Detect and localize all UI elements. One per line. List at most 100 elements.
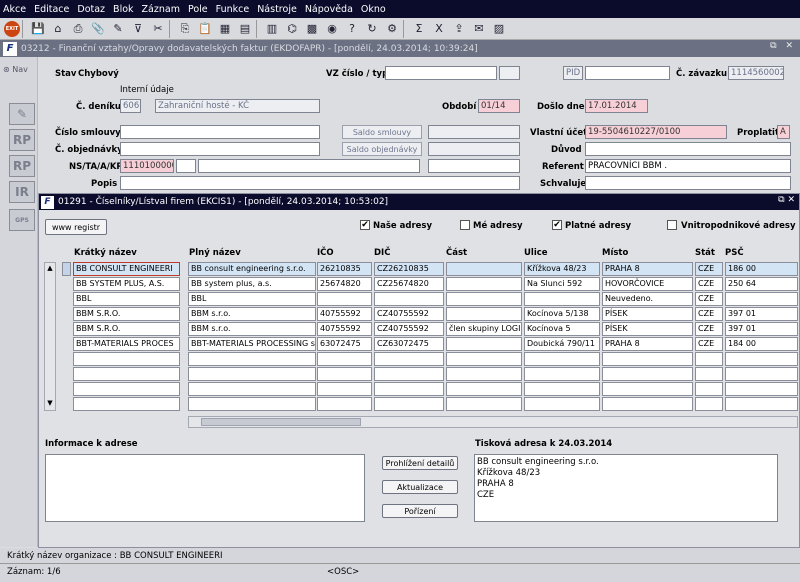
globe-icon[interactable]: ◉ <box>323 20 341 38</box>
cell-cast[interactable] <box>446 382 522 396</box>
info-adresa-textarea[interactable] <box>45 454 365 522</box>
cell-kratky-nazev[interactable]: BBT-MATERIALS PROCES <box>73 337 180 351</box>
table-icon[interactable]: ▥ <box>263 20 281 38</box>
cell-misto[interactable]: HOVORČOVICE <box>602 277 693 291</box>
menu-item-3[interactable]: Blok <box>113 4 133 15</box>
cell-cast[interactable] <box>446 367 522 381</box>
smlouvy-field[interactable] <box>120 125 320 139</box>
scroll-up-icon[interactable]: ▲ <box>46 264 54 274</box>
cell-ico[interactable]: 63072475 <box>317 337 372 351</box>
pencil-icon[interactable]: ✎ <box>109 20 127 38</box>
cell-ulice[interactable] <box>524 292 600 306</box>
calculator-icon[interactable]: ▤ <box>236 20 254 38</box>
row-selector[interactable] <box>62 262 71 276</box>
cell-ulice[interactable] <box>524 382 600 396</box>
cell-ico[interactable]: 40755592 <box>317 307 372 321</box>
menu-item-1[interactable]: Editace <box>34 4 69 15</box>
cell-kratky-nazev[interactable] <box>73 367 180 381</box>
cell-plny-nazev[interactable]: BBM s.r.o. <box>188 307 316 321</box>
cell-psc[interactable] <box>725 292 798 306</box>
vnitropodnikove-adresy-checkbox[interactable] <box>667 220 677 230</box>
cell-misto[interactable]: PÍSEK <box>602 307 693 321</box>
menu-item-6[interactable]: Funkce <box>216 4 250 15</box>
cell-kratky-nazev[interactable] <box>73 397 180 411</box>
cell-ulice[interactable] <box>524 367 600 381</box>
cell-psc[interactable] <box>725 367 798 381</box>
tree-icon[interactable]: ⌬ <box>283 20 301 38</box>
cell-dic[interactable] <box>374 367 444 381</box>
pid-field[interactable] <box>585 66 670 80</box>
block-icon[interactable]: ▩ <box>303 20 321 38</box>
cell-dic[interactable]: CZ26210835 <box>374 262 444 276</box>
saldo-objednavky-button[interactable]: Saldo objednávky <box>342 142 422 156</box>
vlastni-ucet-field[interactable]: 19-5504610227/0100 <box>585 125 727 139</box>
cell-psc[interactable] <box>725 382 798 396</box>
cell-cast[interactable] <box>446 337 522 351</box>
objednavky-field[interactable] <box>120 142 320 156</box>
cell-kratky-nazev[interactable]: BBM S.R.O. <box>73 307 180 321</box>
print-icon[interactable]: ⎙ <box>69 20 87 38</box>
cell-psc[interactable]: 184 00 <box>725 337 798 351</box>
cell-ico[interactable] <box>317 352 372 366</box>
cell-stat[interactable] <box>695 352 723 366</box>
cell-misto[interactable]: PÍSEK <box>602 322 693 336</box>
menu-item-8[interactable]: Nápověda <box>305 4 353 15</box>
proplatit-field[interactable]: A <box>777 125 790 139</box>
menu-item-5[interactable]: Pole <box>188 4 208 15</box>
filter-icon[interactable]: ⊽ <box>129 20 147 38</box>
cell-psc[interactable]: 397 01 <box>725 307 798 321</box>
cell-plny-nazev[interactable] <box>188 397 316 411</box>
cell-dic[interactable] <box>374 397 444 411</box>
eraser-icon[interactable]: ✎ <box>9 103 35 125</box>
window-controls[interactable]: ⧉ ✕ <box>770 41 796 51</box>
cell-psc[interactable] <box>725 352 798 366</box>
porizeni-button[interactable]: Pořízení <box>382 504 458 518</box>
vz-cislo-field[interactable] <box>385 66 497 80</box>
tiskova-adresa-textarea[interactable]: BB consult engineering s.r.o. Křížkova 48… <box>474 454 778 522</box>
paste-icon[interactable]: 📋 <box>196 20 214 38</box>
export-icon[interactable]: ⇪ <box>450 20 468 38</box>
cell-ulice[interactable]: Doubická 790/11 <box>524 337 600 351</box>
attach-icon[interactable]: 📎 <box>89 20 107 38</box>
cell-ico[interactable] <box>317 367 372 381</box>
chart-icon[interactable]: ▨ <box>490 20 508 38</box>
cell-psc[interactable]: 186 00 <box>725 262 798 276</box>
cell-cast[interactable] <box>446 307 522 321</box>
nav-button[interactable]: ⊛ Nav <box>3 65 28 74</box>
sub-window-controls[interactable]: ⧉ ✕ <box>778 195 795 205</box>
cell-plny-nazev[interactable]: BBM s.r.o. <box>188 322 316 336</box>
cell-stat[interactable] <box>695 382 723 396</box>
cell-misto[interactable]: Neuvedeno. <box>602 292 693 306</box>
cell-misto[interactable] <box>602 397 693 411</box>
menu-item-2[interactable]: Dotaz <box>77 4 105 15</box>
cell-cast[interactable] <box>446 292 522 306</box>
vz-typ-field[interactable] <box>499 66 520 80</box>
cell-cast[interactable] <box>446 277 522 291</box>
excel-icon[interactable]: X <box>430 20 448 38</box>
duvod-field[interactable] <box>585 142 791 156</box>
rp-icon-2[interactable]: RP <box>9 155 35 177</box>
cell-psc[interactable]: 250 64 <box>725 277 798 291</box>
cell-dic[interactable] <box>374 352 444 366</box>
help-icon[interactable]: ? <box>343 20 361 38</box>
scissors-icon[interactable]: ✂ <box>149 20 167 38</box>
cell-kratky-nazev[interactable]: BBM S.R.O. <box>73 322 180 336</box>
cell-misto[interactable] <box>602 367 693 381</box>
cell-misto[interactable]: PRAHA 8 <box>602 337 693 351</box>
platne-adresy-checkbox[interactable]: ✔ <box>552 220 562 230</box>
prohlizeni-detailu-button[interactable]: Prohlížení detailů <box>382 456 458 470</box>
cell-cast[interactable] <box>446 397 522 411</box>
menu-item-7[interactable]: Nástroje <box>257 4 297 15</box>
ns-field[interactable]: 1110100000 <box>120 159 174 173</box>
menu-item-0[interactable]: Akce <box>3 4 26 15</box>
cell-kratky-nazev[interactable]: BBL <box>73 292 180 306</box>
cell-ico[interactable] <box>317 397 372 411</box>
popis-field[interactable] <box>120 176 520 190</box>
cell-cast[interactable] <box>446 262 522 276</box>
cell-cast[interactable] <box>446 352 522 366</box>
doslo-field[interactable]: 17.01.2014 <box>585 99 648 113</box>
cell-dic[interactable] <box>374 292 444 306</box>
cell-plny-nazev[interactable]: BB consult engineering s.r.o. <box>188 262 316 276</box>
gps-icon[interactable]: GPS <box>9 209 35 231</box>
exit-button[interactable]: EXIT <box>4 20 20 37</box>
